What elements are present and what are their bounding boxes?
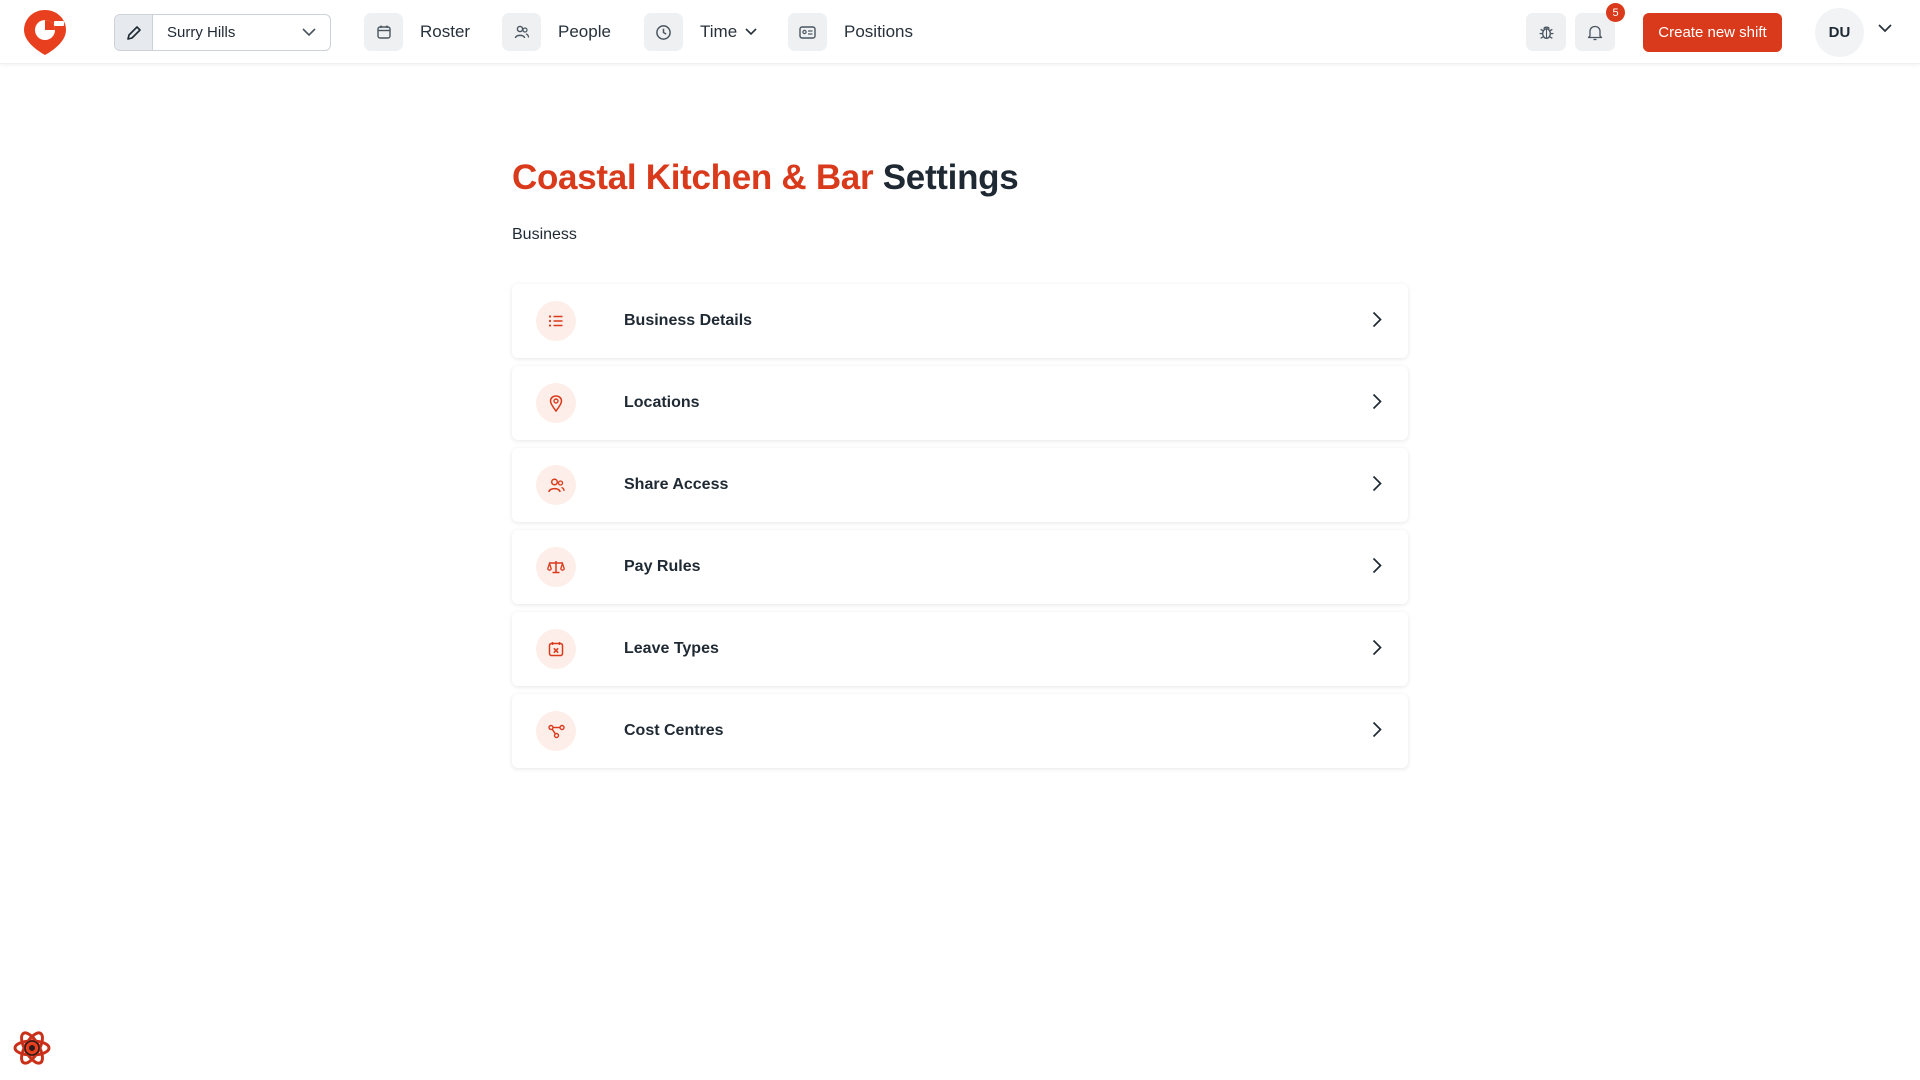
settings-item-business-details[interactable]: Business Details [512,284,1408,358]
chevron-down-icon[interactable] [1878,24,1892,33]
settings-item-label: Leave Types [624,640,719,657]
notification-count-badge: 5 [1606,3,1625,22]
bell-icon [1587,25,1603,40]
pencil-icon[interactable] [115,15,153,50]
scales-icon [536,547,576,587]
nav-time-label: Time [700,22,738,41]
settings-list: Business Details Locations Share Access … [512,284,1408,776]
users-icon [502,13,541,51]
notifications-button[interactable]: 5 [1575,3,1625,51]
settings-item-label: Cost Centres [624,722,724,739]
devtools-atom-icon[interactable] [12,1028,52,1068]
page-title-suffix: Settings [882,158,1019,197]
nav-roster-label: Roster [420,22,471,41]
chevron-right-icon [1372,475,1382,492]
nav-positions-label: Positions [844,22,913,41]
chevron-down-icon [745,28,757,36]
nav-time[interactable]: Time [644,13,757,51]
settings-item-label: Business Details [624,312,753,329]
settings-item-label: Locations [624,394,700,411]
calendar-x-icon [536,629,576,669]
nav-roster[interactable]: Roster [364,13,470,51]
chevron-down-icon [302,28,316,37]
nav-people-label: People [558,22,611,41]
chevron-right-icon [1372,393,1382,410]
clock-icon [644,13,683,51]
users-icon [536,465,576,505]
location-select[interactable]: Surry Hills [114,14,331,51]
page-title-business-name: Coastal Kitchen & Bar [512,158,874,197]
bug-report-button[interactable] [1526,13,1566,51]
settings-item-cost-centres[interactable]: Cost Centres [512,694,1408,768]
id-card-icon [788,13,827,51]
nav-people[interactable]: People [502,13,611,51]
settings-item-label: Share Access [624,476,729,493]
settings-item-locations[interactable]: Locations [512,366,1408,440]
calendar-icon [364,13,403,51]
app-logo-icon[interactable] [22,8,68,56]
settings-item-share-access[interactable]: Share Access [512,448,1408,522]
nav-positions[interactable]: Positions [788,13,913,51]
network-icon [536,711,576,751]
bug-icon [1539,26,1553,39]
page-title: Coastal Kitchen & Bar Settings [512,158,1019,198]
chevron-right-icon [1372,311,1382,328]
create-new-shift-button[interactable]: Create new shift [1643,13,1782,52]
chevron-right-icon [1372,557,1382,574]
user-avatar[interactable]: DU [1815,8,1864,57]
location-select-value: Surry Hills [167,24,236,41]
chevron-right-icon [1372,639,1382,656]
settings-item-label: Pay Rules [624,558,701,575]
section-heading: Business [512,226,577,243]
settings-item-pay-rules[interactable]: Pay Rules [512,530,1408,604]
settings-item-leave-types[interactable]: Leave Types [512,612,1408,686]
list-icon [536,301,576,341]
chevron-right-icon [1372,721,1382,738]
map-pin-icon [536,383,576,423]
top-navigation-bar: Surry Hills Roster People Time Positions [0,0,1920,64]
